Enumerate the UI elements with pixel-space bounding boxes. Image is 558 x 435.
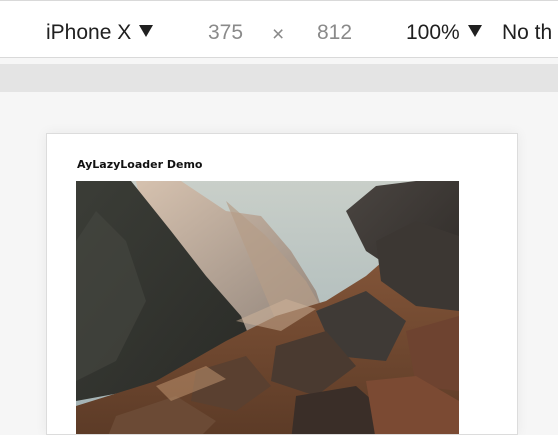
device-select[interactable]: iPhone X	[46, 20, 154, 46]
caret-down-icon	[139, 25, 154, 37]
throttle-select[interactable]: No th	[502, 20, 552, 46]
device-viewport: AyLazyLoader Demo	[46, 133, 518, 435]
device-toolbar: iPhone X 375 × 812 100% No th	[0, 0, 558, 58]
mountain-photo	[76, 181, 459, 434]
height-input[interactable]: 812	[317, 20, 352, 46]
media-query-ruler	[0, 64, 558, 92]
caret-down-icon	[467, 25, 482, 37]
zoom-label: 100%	[406, 21, 460, 44]
times-icon: ×	[272, 23, 285, 46]
width-input[interactable]: 375	[208, 20, 243, 46]
page-title: AyLazyLoader Demo	[77, 158, 203, 171]
zoom-select[interactable]: 100%	[406, 20, 482, 46]
device-label: iPhone X	[46, 21, 132, 44]
